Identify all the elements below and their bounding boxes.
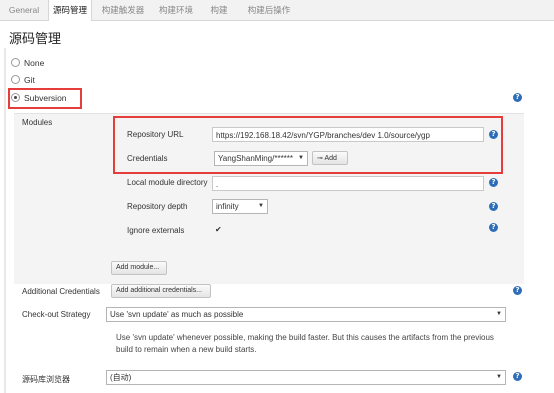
- tab-general[interactable]: General: [6, 0, 42, 20]
- repository-url-input[interactable]: https://192.168.18.42/svn/YGP/branches/d…: [212, 127, 484, 142]
- checkout-strategy-value: Use 'svn update' as much as possible: [110, 310, 244, 319]
- checkout-strategy-select[interactable]: Use 'svn update' as much as possible ▼: [106, 307, 506, 322]
- ignore-externals-checkbox[interactable]: ✔: [215, 226, 223, 234]
- key-icon: ⊸: [317, 154, 323, 162]
- help-icon[interactable]: ?: [513, 93, 522, 102]
- scm-option-label: Git: [24, 75, 35, 85]
- scm-option-git[interactable]: Git: [11, 74, 35, 86]
- help-icon[interactable]: ?: [489, 223, 498, 232]
- local-module-input[interactable]: .: [212, 176, 484, 191]
- add-module-button[interactable]: Add module...: [111, 261, 167, 275]
- credentials-select[interactable]: YangShanMing/****** ▼: [214, 151, 308, 166]
- additional-credentials-label: Additional Credentials: [22, 287, 100, 296]
- repository-depth-label: Repository depth: [127, 202, 188, 211]
- radio-icon[interactable]: [11, 58, 20, 68]
- dropdown-arrow-icon: ▼: [298, 155, 304, 161]
- radio-selected-icon[interactable]: [11, 93, 20, 103]
- dropdown-arrow-icon: ▼: [496, 311, 502, 317]
- scm-option-label: Subversion: [24, 93, 67, 103]
- highlight-repository: [113, 116, 503, 174]
- tab-source-code-management[interactable]: 源码管理: [48, 0, 92, 21]
- add-additional-credentials-button[interactable]: Add additional credentials...: [111, 284, 211, 298]
- checkout-strategy-label: Check-out Strategy: [22, 310, 91, 319]
- checkout-strategy-description-line2: build to remain when a new build starts.: [116, 345, 257, 354]
- help-icon[interactable]: ?: [489, 178, 498, 187]
- dropdown-arrow-icon: ▼: [258, 203, 264, 209]
- repository-browser-value: (自动): [110, 373, 132, 382]
- tab-post-build-actions[interactable]: 构建后操作: [244, 0, 294, 20]
- scm-option-none[interactable]: None: [11, 57, 44, 69]
- section-divider: [4, 48, 6, 393]
- credentials-label: Credentials: [127, 154, 168, 163]
- local-module-label: Local module directory: [127, 178, 208, 187]
- radio-icon[interactable]: [11, 75, 20, 85]
- modules-label: Modules: [22, 118, 53, 127]
- repository-depth-select[interactable]: infinity ▼: [212, 199, 268, 214]
- add-credentials-button[interactable]: ⊸ Add: [312, 151, 348, 165]
- help-icon[interactable]: ?: [489, 202, 498, 211]
- help-icon[interactable]: ?: [513, 372, 522, 381]
- checkout-strategy-description-line1: Use 'svn update' whenever possible, maki…: [116, 333, 494, 342]
- section-title: 源码管理: [9, 31, 62, 46]
- scm-option-subversion[interactable]: Subversion: [11, 92, 67, 104]
- credentials-value: YangShanMing/******: [218, 154, 294, 163]
- scm-option-label: None: [24, 58, 45, 68]
- tab-build-environment[interactable]: 构建环境: [156, 0, 196, 20]
- tab-build[interactable]: 构建: [206, 0, 232, 20]
- repository-url-label: Repository URL: [127, 130, 184, 139]
- tab-build-triggers[interactable]: 构建触发器: [100, 0, 146, 20]
- repository-browser-label: 源码库浏览器: [22, 375, 70, 384]
- depth-value: infinity: [216, 202, 239, 211]
- repository-browser-select[interactable]: (自动) ▼: [106, 370, 506, 385]
- tab-bar: General 源码管理 构建触发器 构建环境 构建 构建后操作: [0, 0, 554, 21]
- help-icon[interactable]: ?: [513, 286, 522, 295]
- help-icon[interactable]: ?: [489, 130, 498, 139]
- dropdown-arrow-icon: ▼: [496, 374, 502, 380]
- ignore-externals-label: Ignore externals: [127, 226, 185, 235]
